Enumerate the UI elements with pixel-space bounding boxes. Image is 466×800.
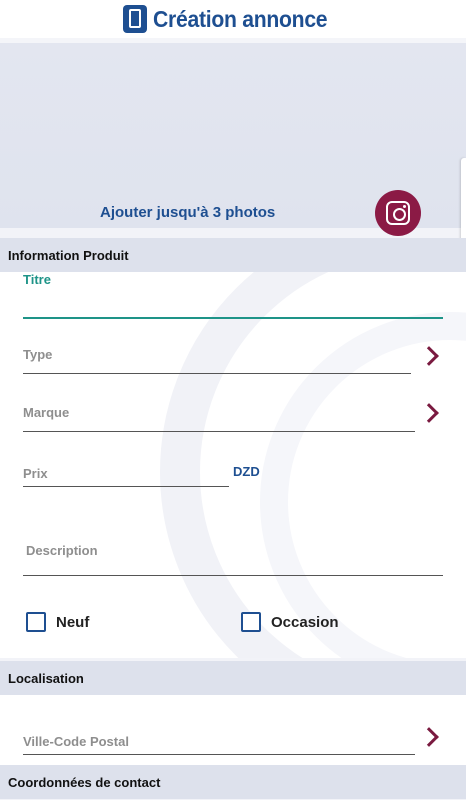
city-field[interactable]: Ville-Code Postal xyxy=(23,734,415,755)
location-form: Ville-Code Postal xyxy=(0,695,466,765)
section-product-header: Information Produit xyxy=(0,238,466,272)
app-header: Création annonce xyxy=(0,0,466,38)
city-label: Ville-Code Postal xyxy=(23,734,129,749)
camera-icon xyxy=(386,201,410,225)
product-form: Titre Type Marque Prix DZD Description N… xyxy=(0,272,466,658)
title-label: Titre xyxy=(23,272,51,287)
type-field[interactable]: Type xyxy=(23,347,411,374)
new-label: Neuf xyxy=(56,613,90,631)
phone-icon xyxy=(123,5,148,33)
section-contact-header: Coordonnées de contact xyxy=(0,765,466,799)
used-label: Occasion xyxy=(271,613,339,631)
city-chevron-icon[interactable] xyxy=(419,727,439,747)
type-label: Type xyxy=(23,347,53,362)
add-photos-label: Ajouter jusqu'à 3 photos xyxy=(100,204,276,221)
page-title: Création annonce xyxy=(153,5,328,32)
title-field[interactable]: Titre xyxy=(23,272,443,319)
section-location-header: Localisation xyxy=(0,661,466,695)
condition-used[interactable]: Occasion xyxy=(241,612,339,632)
brand-label: Marque xyxy=(23,405,70,420)
price-field[interactable]: Prix xyxy=(23,466,229,487)
new-checkbox[interactable] xyxy=(26,612,46,632)
brand-field[interactable]: Marque xyxy=(23,405,415,432)
condition-new[interactable]: Neuf xyxy=(26,612,89,632)
camera-button[interactable] xyxy=(375,190,421,236)
currency-label: DZD xyxy=(233,464,260,479)
used-checkbox[interactable] xyxy=(241,612,261,632)
description-field[interactable]: Description xyxy=(23,543,443,576)
price-label: Prix xyxy=(23,466,48,481)
photo-upload-area[interactable]: Ajouter jusqu'à 3 photos xyxy=(0,38,466,236)
description-label: Description xyxy=(26,543,98,558)
